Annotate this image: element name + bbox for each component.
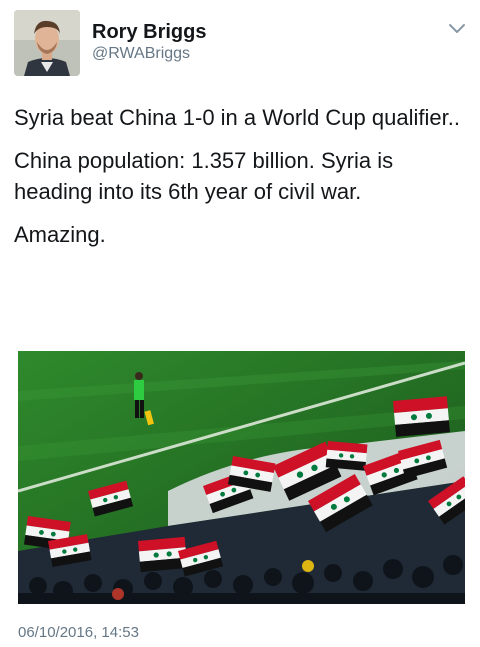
tweet-text: Syria beat China 1-0 in a World Cup qual… xyxy=(14,102,464,262)
avatar[interactable] xyxy=(14,10,80,76)
tweet-timestamp[interactable]: 06/10/2016, 14:53 xyxy=(18,624,139,641)
tweet-paragraph-3: Amazing. xyxy=(14,222,106,247)
chevron-down-icon[interactable] xyxy=(448,22,466,36)
tweet-paragraph-1: Syria beat China 1-0 in a World Cup qual… xyxy=(14,105,460,130)
tweet-paragraph-2: China population: 1.357 billion. Syria i… xyxy=(14,148,394,204)
user-handle[interactable]: @RWABriggs xyxy=(92,44,206,64)
stadium-photo xyxy=(18,351,465,604)
avatar-image xyxy=(14,10,80,76)
tweet-header: Rory Briggs @RWABriggs xyxy=(14,10,466,80)
author-names: Rory Briggs @RWABriggs xyxy=(92,20,206,64)
display-name[interactable]: Rory Briggs xyxy=(92,20,206,44)
tweet-card: Rory Briggs @RWABriggs Syria beat China … xyxy=(0,0,480,647)
tweet-photo[interactable] xyxy=(18,351,465,604)
